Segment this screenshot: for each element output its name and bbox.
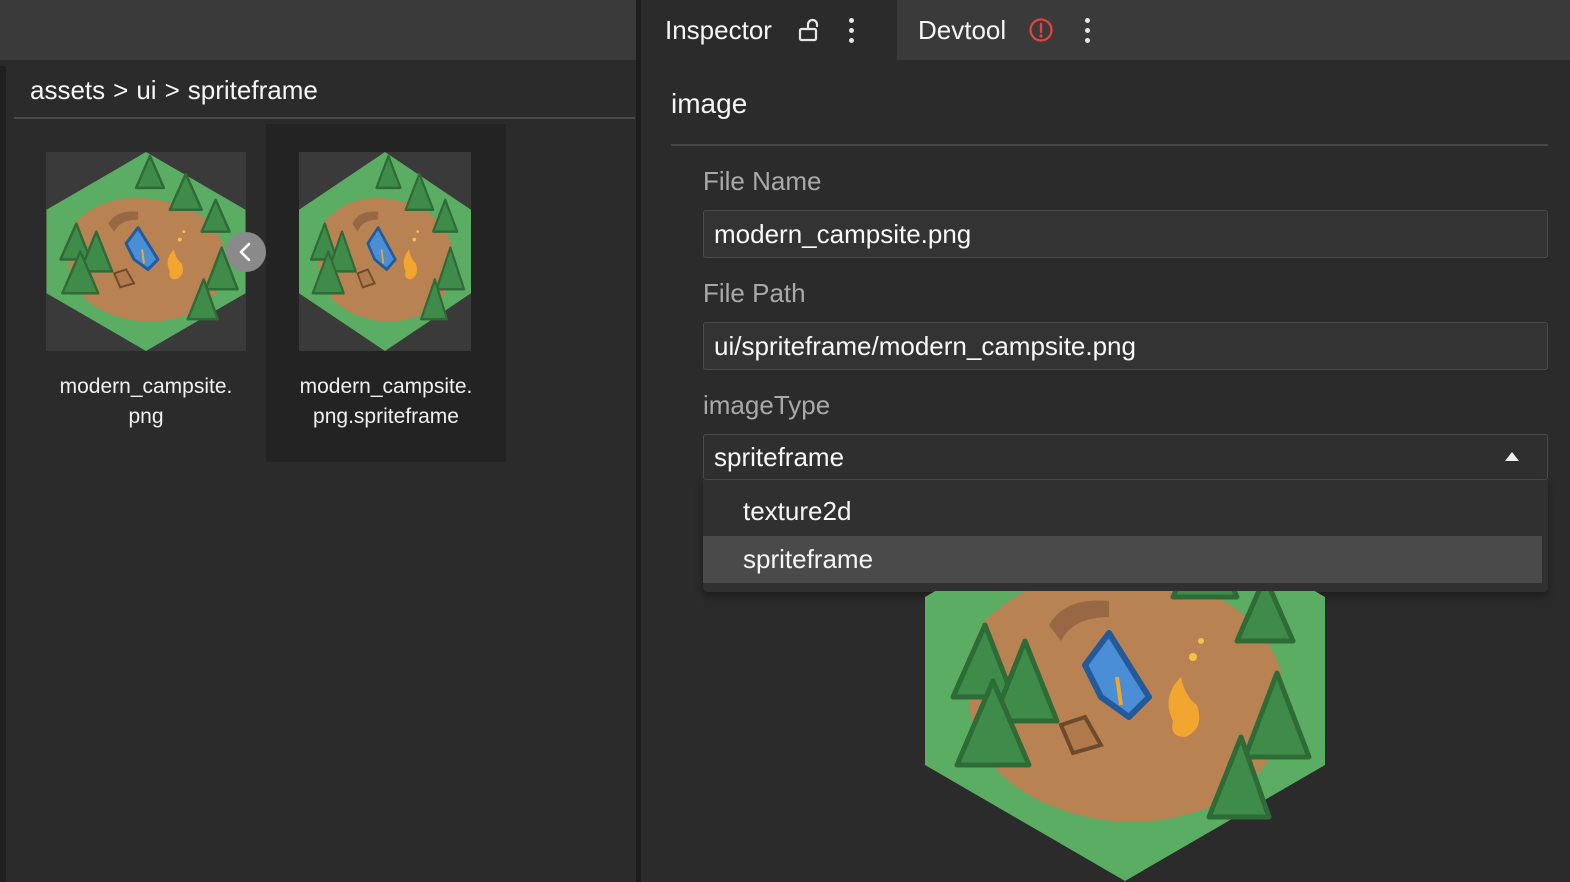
campsite-thumbnail-art	[45, 150, 247, 353]
option-texture2d[interactable]: texture2d	[703, 488, 1542, 535]
section-divider	[671, 144, 1548, 146]
breadcrumb-separator: >	[164, 74, 180, 105]
devtool-menu-icon[interactable]	[1080, 17, 1094, 43]
spriteframe-thumbnail	[297, 150, 473, 353]
tab-bar: Inspector Devtool	[641, 0, 1570, 60]
breadcrumb-separator: >	[113, 74, 129, 105]
png-image-thumbnail	[45, 150, 247, 353]
inspector-menu-icon[interactable]	[845, 17, 859, 43]
file-name-field[interactable]: modern_campsite.png	[703, 210, 1548, 258]
image-preview	[925, 591, 1325, 882]
breadcrumb-item-spriteframe[interactable]: spriteframe	[188, 75, 318, 106]
asset-item-spriteframe[interactable]: modern_campsite. png.spriteframe	[266, 124, 506, 462]
lock-open-icon[interactable]	[797, 18, 821, 42]
assets-panel-edge	[0, 66, 6, 882]
image-type-select[interactable]: spriteframe	[703, 434, 1548, 480]
option-spriteframe[interactable]: spriteframe	[703, 536, 1542, 583]
file-path-label: File Path	[703, 278, 806, 308]
collapse-button[interactable]	[226, 232, 266, 272]
breadcrumb-item-ui[interactable]: ui	[136, 75, 156, 106]
inspector-panel: image File Name modern_campsite.png File…	[641, 60, 1570, 882]
breadcrumb-item-assets[interactable]: assets	[30, 75, 105, 106]
assets-panel-header	[0, 0, 638, 60]
image-type-dropdown: texture2d spriteframe	[703, 480, 1548, 592]
file-path-field[interactable]: ui/spriteframe/modern_campsite.png	[703, 322, 1548, 370]
campsite-thumbnail-art	[297, 150, 473, 353]
image-type-value: spriteframe	[714, 441, 845, 472]
file-name-label: File Name	[703, 166, 822, 196]
asset-label: modern_campsite. png.spriteframe	[299, 375, 473, 428]
breadcrumb-divider	[14, 117, 635, 119]
asset-label: modern_campsite. png	[59, 375, 233, 428]
tab-devtool[interactable]: Devtool	[897, 0, 1137, 60]
tab-label: Inspector	[665, 14, 772, 45]
section-title: image	[671, 88, 748, 119]
caret-up-icon	[1505, 452, 1519, 461]
campsite-preview-art	[925, 591, 1325, 881]
tab-inspector[interactable]: Inspector	[641, 0, 897, 60]
image-type-label: imageType	[703, 390, 831, 420]
tab-label: Devtool	[918, 14, 1007, 45]
breadcrumb: assets > ui > spriteframe	[30, 72, 318, 108]
warning-circle-icon	[1028, 17, 1054, 43]
asset-item-png[interactable]: modern_campsite. png	[26, 124, 266, 462]
chevron-left-icon	[239, 242, 251, 262]
